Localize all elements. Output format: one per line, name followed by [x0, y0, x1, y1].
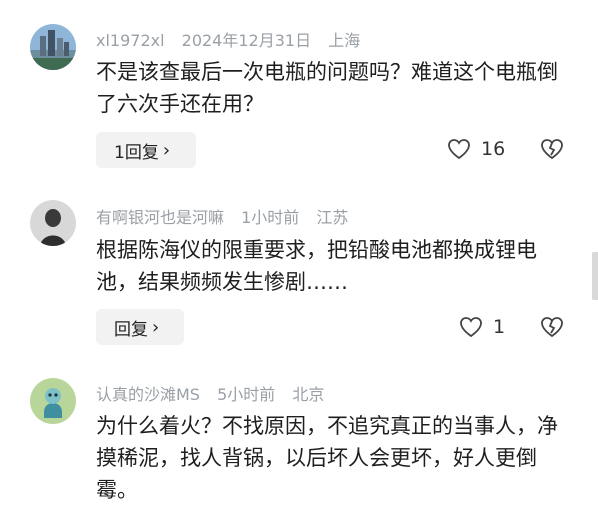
- username[interactable]: xl1972xl: [96, 31, 165, 50]
- like-button[interactable]: 16: [447, 138, 505, 160]
- username[interactable]: 认真的沙滩MS: [96, 385, 200, 404]
- comment-location: 北京: [292, 385, 325, 404]
- avatar[interactable]: [30, 24, 76, 70]
- heart-outline-icon: [448, 139, 470, 160]
- comment-time: 2024年12月31日: [181, 31, 312, 50]
- broken-heart-icon: [541, 317, 563, 338]
- comment-location: 江苏: [316, 208, 349, 227]
- like-count: 1: [493, 316, 506, 338]
- heart-outline-icon: [460, 317, 482, 338]
- scroll-edge: [592, 252, 598, 300]
- avatar[interactable]: [30, 378, 76, 424]
- reply-button[interactable]: 1回复 ›: [96, 132, 196, 168]
- comment-meta: 认真的沙滩MS 5小时前 北京: [96, 381, 336, 405]
- like-count: 16: [481, 138, 506, 160]
- dislike-button[interactable]: [540, 138, 564, 164]
- dislike-button[interactable]: [540, 316, 564, 342]
- comment-location: 上海: [328, 31, 361, 50]
- comment-text: 根据陈海仪的限重要求，把铅酸电池都换成锂电池，结果频频发生惨剧……: [96, 238, 537, 294]
- like-button[interactable]: 1: [459, 316, 505, 338]
- broken-heart-icon: [541, 139, 563, 160]
- reply-label: 1回复: [114, 142, 159, 163]
- reply-label: 回复: [114, 319, 148, 340]
- reply-button[interactable]: 回复 ›: [96, 309, 184, 345]
- comment-meta: 有啊银河也是河嘛 1小时前 江苏: [96, 204, 360, 228]
- comment-text: 为什么着火？不找原因，不追究真正的当事人，净摸稀泥，找人背锅，以后坏人会更坏，好…: [96, 414, 558, 502]
- comment-time: 1小时前: [241, 208, 300, 227]
- username[interactable]: 有啊银河也是河嘛: [96, 208, 224, 227]
- comment-time: 5小时前: [217, 385, 276, 404]
- comment-text: 不是该查最后一次电瓶的问题吗？难道这个电瓶倒了六次手还在用？: [96, 60, 558, 116]
- comment-meta: xl1972xl 2024年12月31日 上海: [96, 27, 372, 51]
- chevron-right-icon: ›: [162, 139, 171, 161]
- chevron-right-icon: ›: [152, 316, 160, 338]
- avatar[interactable]: [30, 200, 76, 246]
